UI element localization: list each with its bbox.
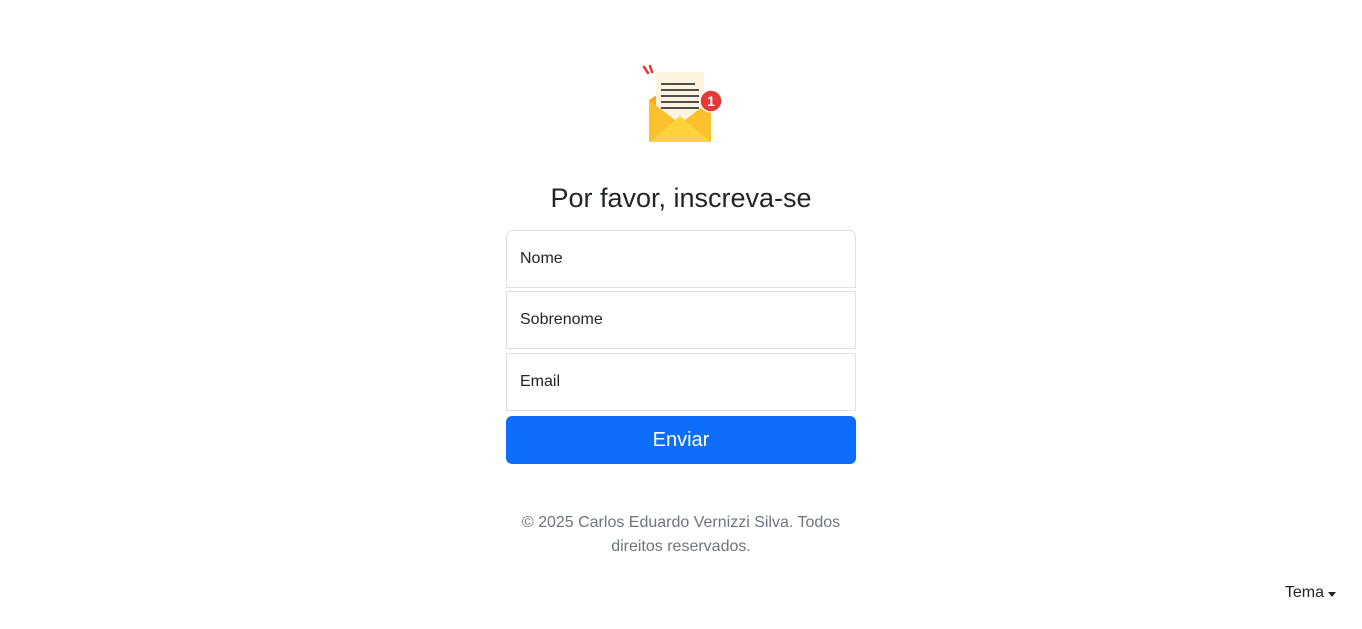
- theme-dropdown[interactable]: Tema: [1285, 584, 1336, 602]
- caret-down-icon: [1328, 591, 1336, 597]
- signup-page: 1 Por favor, inscreva-se Enviar © 2025 C…: [0, 0, 1362, 629]
- first-name-input[interactable]: [506, 230, 856, 288]
- badge-count: 1: [707, 93, 715, 109]
- copyright-text: © 2025 Carlos Eduardo Vernizzi Silva. To…: [521, 514, 841, 555]
- last-name-input[interactable]: [506, 291, 856, 349]
- mail-notification-icon: 1: [639, 64, 723, 144]
- submit-button[interactable]: Enviar: [506, 416, 856, 464]
- email-input[interactable]: [506, 353, 856, 411]
- page-title: Por favor, inscreva-se: [550, 183, 812, 213]
- theme-label: Tema: [1284, 584, 1324, 601]
- signup-form: Enviar: [506, 230, 856, 464]
